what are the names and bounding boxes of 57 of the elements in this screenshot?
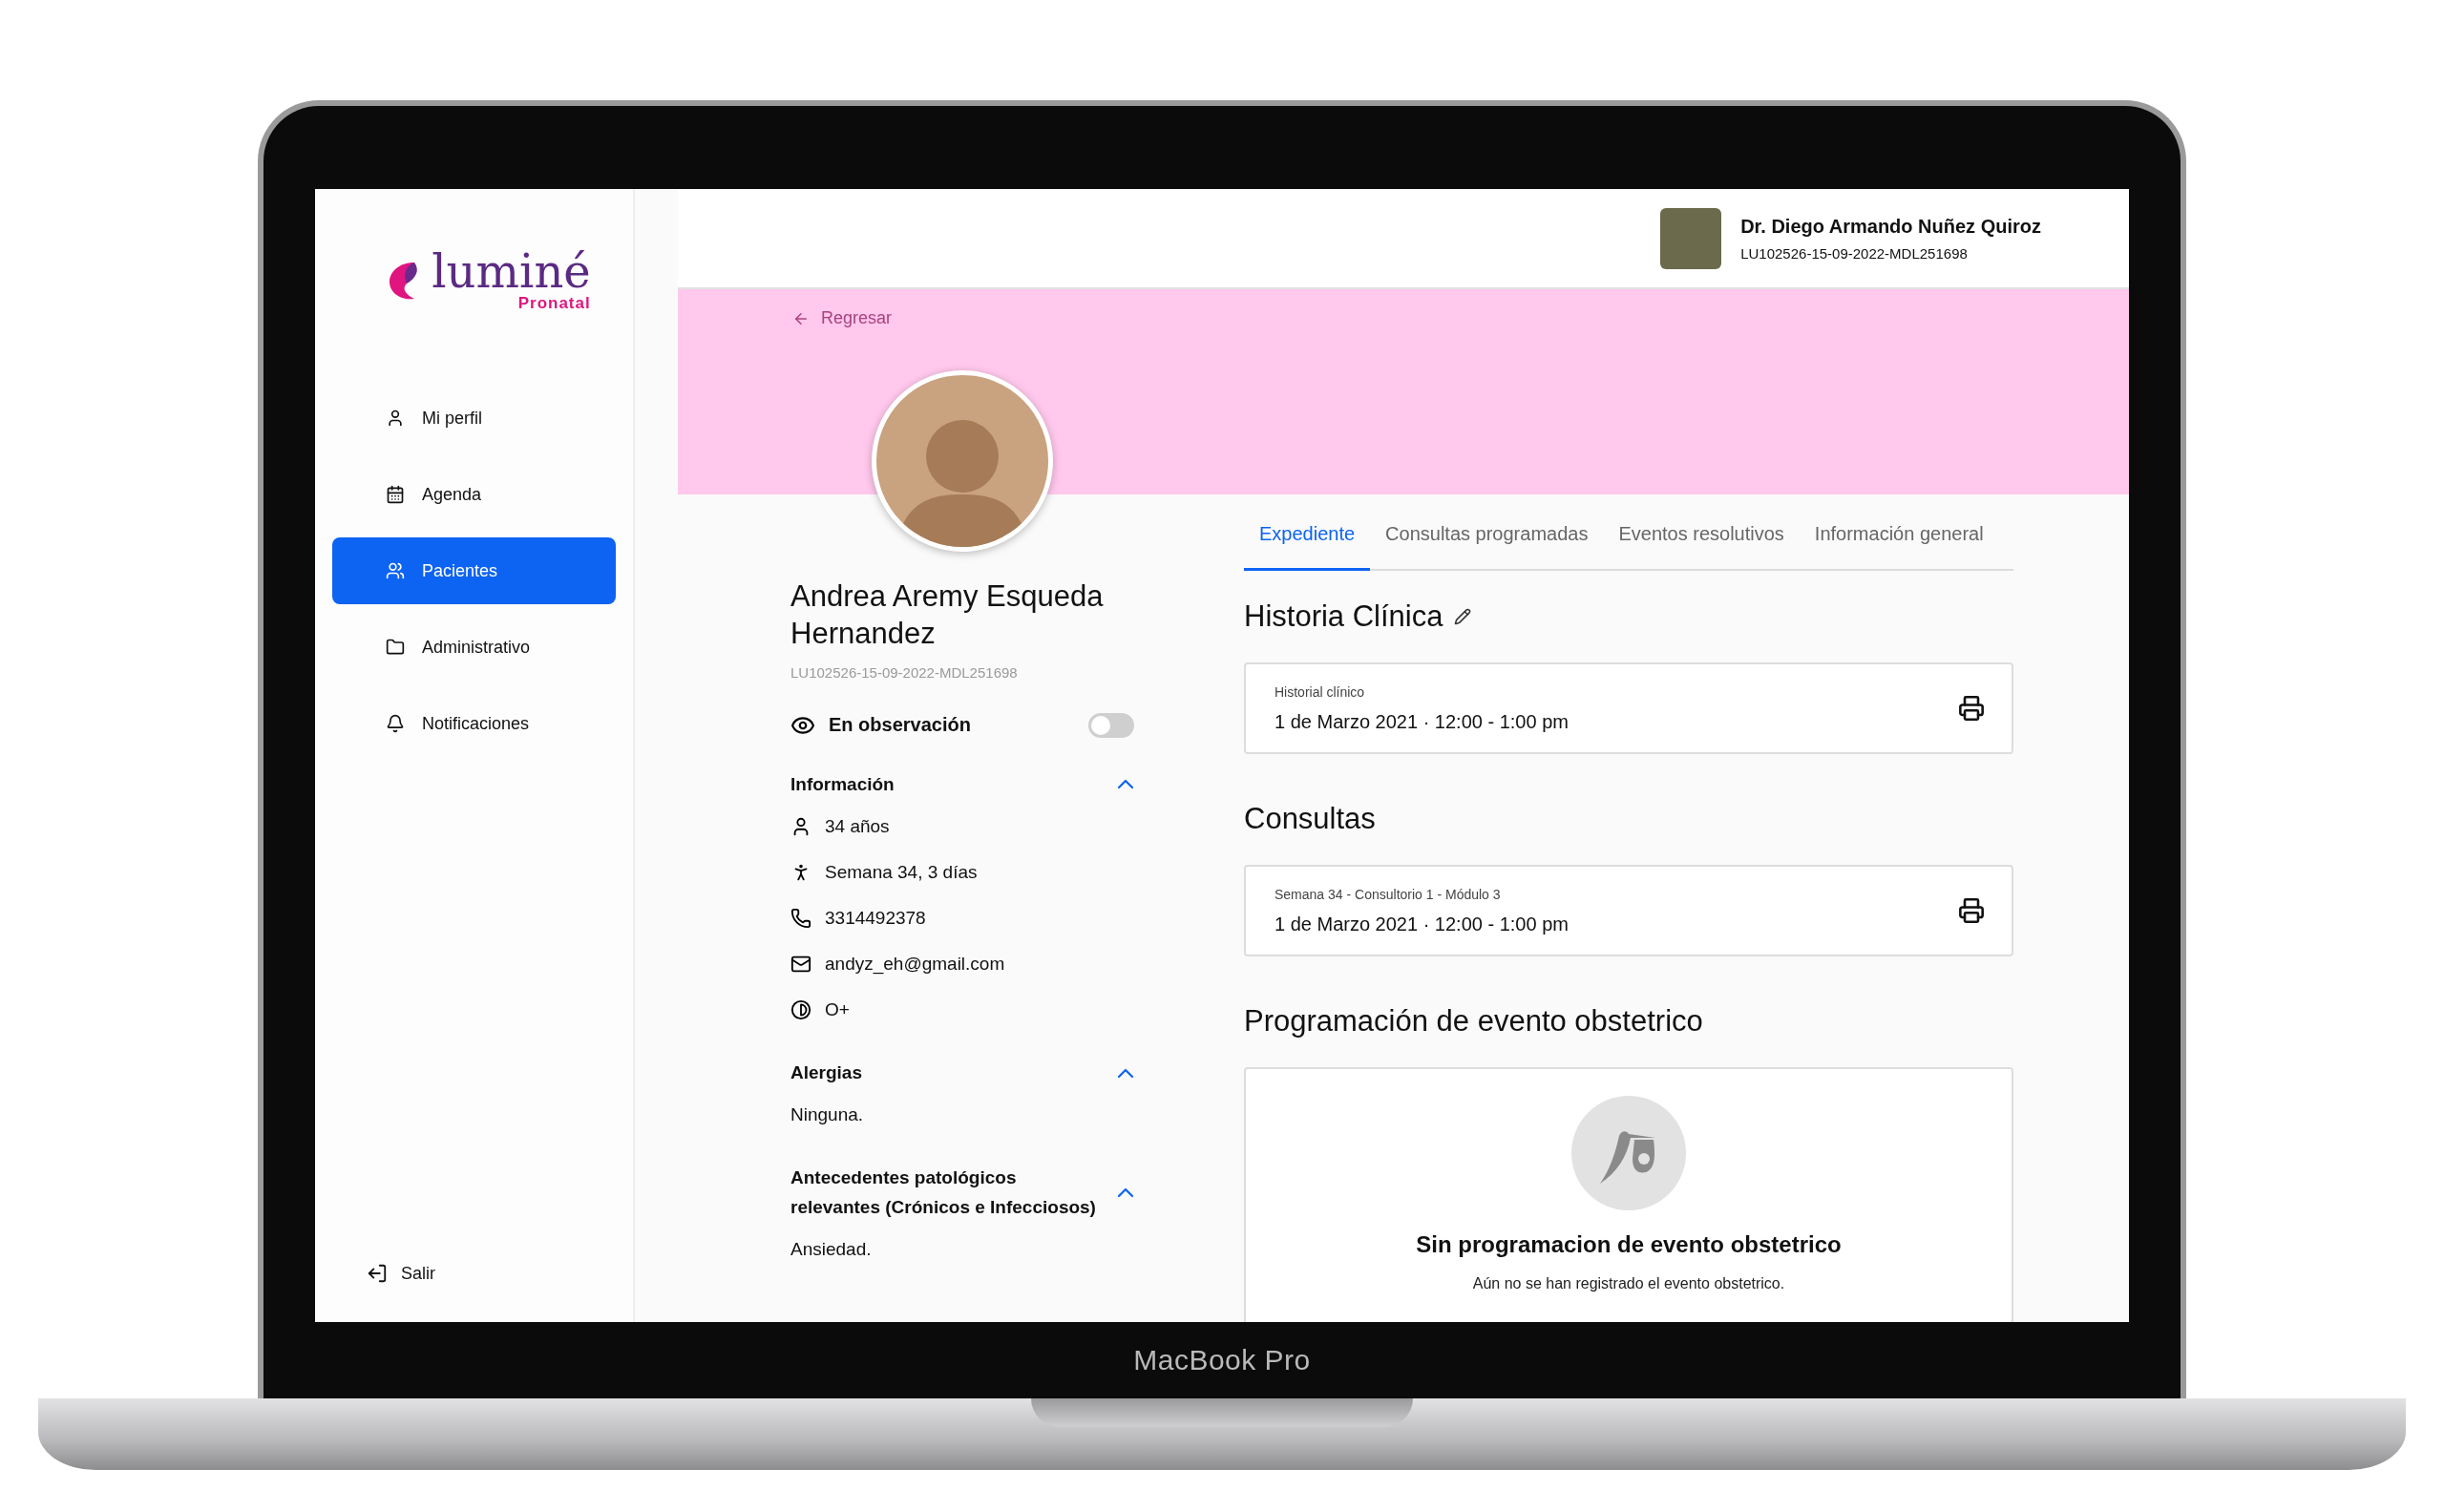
observation-label: En observación (829, 714, 972, 736)
section-heading: Historia Clínica (1244, 599, 1443, 634)
tab[interactable]: Consultas programadas (1370, 523, 1604, 571)
card-caption: Semana 34 - Consultorio 1 - Módulo 3 (1275, 886, 1502, 902)
calendar-icon (386, 485, 405, 504)
phone-icon (790, 907, 811, 929)
section-title: Alergias (790, 1060, 863, 1084)
doctor-id: LU102526-15-09-2022-MDL251698 (1740, 244, 1969, 262)
logo-wordmark: luminé (432, 248, 591, 294)
bell-icon (386, 714, 405, 733)
patient-name: Andrea Aremy Esqueda Hernandez (790, 578, 1105, 652)
chevron-up-icon (1117, 779, 1134, 790)
info-text: Semana 34, 3 días (825, 861, 978, 883)
nav-item[interactable]: Agenda (332, 461, 616, 528)
patient-id: LU102526-15-09-2022-MDL251698 (790, 663, 1019, 681)
nav-item[interactable]: Notificaciones (332, 690, 616, 757)
photo-placeholder (1660, 207, 1722, 269)
nav-item[interactable]: Pacientes (332, 537, 616, 604)
collapse-button[interactable] (1117, 1187, 1134, 1199)
card-date: 1 de Marzo 2021 · 12:00 - 1:00 pm (1275, 710, 1570, 733)
section-heading: Programación de evento obstetrico (1244, 1004, 1703, 1039)
observation-switch[interactable] (1088, 712, 1134, 738)
person-icon (386, 409, 405, 428)
section-heading: Consultas (1244, 802, 1376, 836)
logout-button[interactable]: Salir (332, 1263, 435, 1284)
print-button[interactable] (1958, 695, 1985, 722)
info-text: Ansiedad. (790, 1239, 872, 1261)
doctor-name: Dr. Diego Armando Nuñez Quiroz (1740, 215, 2041, 238)
info-text: andyz_eh@gmail.com (825, 953, 1005, 975)
info-text: O+ (825, 998, 850, 1020)
tab[interactable]: Información general (1799, 523, 1999, 571)
empty-state-title: Sin programacion de evento obstetrico (1416, 1231, 1842, 1258)
chevron-up-icon (1117, 1187, 1134, 1199)
folder-icon (386, 638, 405, 657)
collapse-button[interactable] (1117, 1067, 1134, 1079)
nav-item[interactable]: Mi perfil (332, 385, 616, 452)
back-link[interactable]: Regresar (792, 308, 893, 328)
card-date: 1 de Marzo 2021 · 12:00 - 1:00 pm (1275, 913, 1570, 935)
collapse-button[interactable] (1117, 779, 1134, 790)
edit-button[interactable] (1454, 608, 1472, 625)
tab[interactable]: Expediente (1244, 523, 1371, 571)
logout-icon (367, 1263, 388, 1284)
section-title: Antecedentes patológicos relevantes (Crónicos e Infecciosos) (790, 1166, 1097, 1219)
section-title: Información (790, 772, 895, 796)
card-caption: Historial clínico (1275, 683, 1366, 700)
info-text: Ninguna. (790, 1104, 864, 1126)
chevron-up-icon (1117, 1067, 1134, 1079)
info-text: 34 años (825, 815, 890, 837)
info-text: 3314492378 (825, 907, 926, 929)
empty-state-text: Aún no se han registrado el evento obstetrico. (1472, 1275, 1785, 1292)
people-icon (386, 561, 405, 580)
print-button[interactable] (1958, 897, 1985, 924)
tab[interactable]: Eventos resolutivos (1603, 523, 1800, 571)
logo-subtitle: Pronatal (517, 294, 591, 313)
nav-item[interactable]: Administrativo (332, 614, 616, 681)
device-label: MacBook Pro (1133, 1344, 1311, 1376)
half-circle-icon (790, 998, 811, 1020)
